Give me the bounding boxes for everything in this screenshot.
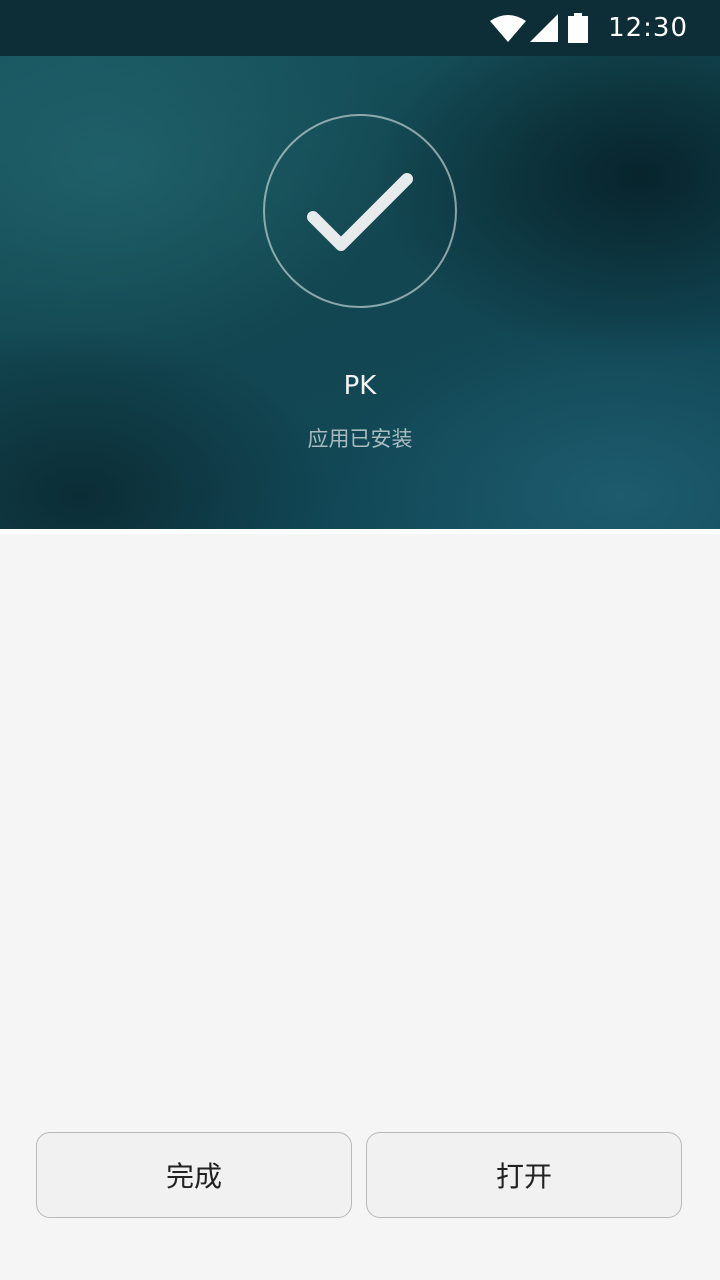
status-icons: 12:30 (490, 0, 688, 56)
checkmark-icon (263, 114, 457, 308)
open-button[interactable]: 打开 (366, 1132, 682, 1218)
divider (0, 529, 720, 534)
status-bar: 12:30 (0, 0, 720, 56)
app-name: PK (343, 371, 377, 401)
signal-icon (530, 14, 559, 42)
battery-icon (568, 13, 589, 43)
install-status-text: 应用已安装 (307, 427, 413, 451)
wifi-icon (490, 14, 527, 42)
status-time: 12:30 (608, 13, 688, 43)
done-button[interactable]: 完成 (36, 1132, 352, 1218)
